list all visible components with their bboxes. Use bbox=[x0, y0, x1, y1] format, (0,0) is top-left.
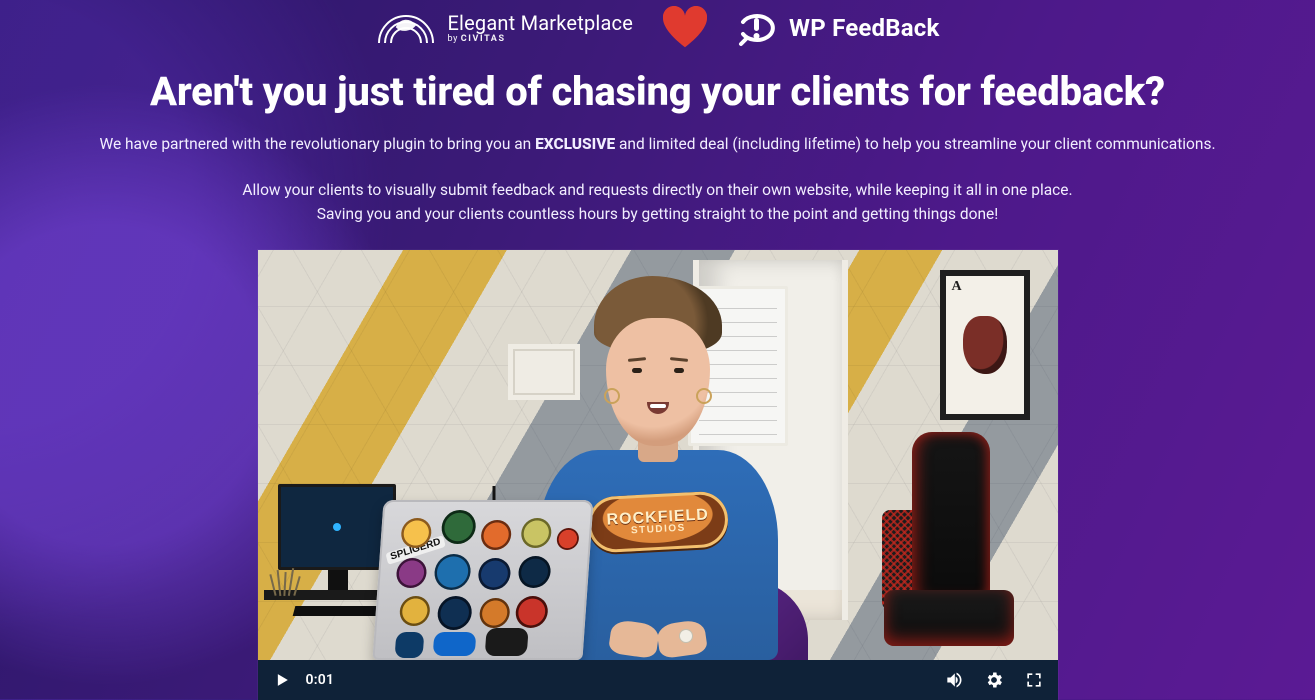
heart-icon bbox=[661, 6, 709, 50]
wp-feedback-text: WP FeedBack bbox=[789, 14, 939, 42]
elegant-marketplace-byline: by CIVITAS bbox=[447, 35, 633, 44]
volume-icon bbox=[944, 670, 964, 690]
partner-logo-bar: Elegant Marketplace by CIVITAS WP FeedBa… bbox=[0, 0, 1315, 50]
play-icon bbox=[272, 670, 292, 690]
video-frame: ROCKFIELD STUDIOS SPLIGERD bbox=[258, 250, 1058, 660]
video-scene-laptop: SPLIGERD bbox=[372, 500, 593, 660]
video-scene-framed-art bbox=[940, 270, 1030, 420]
subheadline-benefit: Allow your clients to visually submit fe… bbox=[168, 178, 1148, 226]
subheadline-deal: We have partnered with the revolutionary… bbox=[78, 132, 1238, 156]
tshirt-logo: ROCKFIELD STUDIOS bbox=[586, 490, 729, 553]
gear-icon bbox=[984, 670, 1004, 690]
wp-feedback-glyph-icon bbox=[737, 8, 777, 48]
fullscreen-icon bbox=[1024, 670, 1044, 690]
play-button[interactable] bbox=[264, 662, 300, 698]
elegant-marketplace-arc-icon bbox=[375, 9, 437, 47]
video-scene-chair bbox=[860, 410, 1030, 660]
video-current-time: 0:01 bbox=[306, 672, 335, 688]
elegant-marketplace-text: Elegant Marketplace bbox=[447, 13, 633, 33]
settings-button[interactable] bbox=[976, 662, 1012, 698]
video-control-bar: 0:01 bbox=[258, 660, 1058, 700]
page-headline: Aren't you just tired of chasing your cl… bbox=[0, 70, 1315, 114]
elegant-marketplace-logo: Elegant Marketplace by CIVITAS bbox=[375, 9, 633, 47]
wp-feedback-logo: WP FeedBack bbox=[737, 8, 939, 48]
volume-button[interactable] bbox=[936, 662, 972, 698]
promo-video-player[interactable]: ROCKFIELD STUDIOS SPLIGERD bbox=[258, 250, 1058, 700]
fullscreen-button[interactable] bbox=[1016, 662, 1052, 698]
